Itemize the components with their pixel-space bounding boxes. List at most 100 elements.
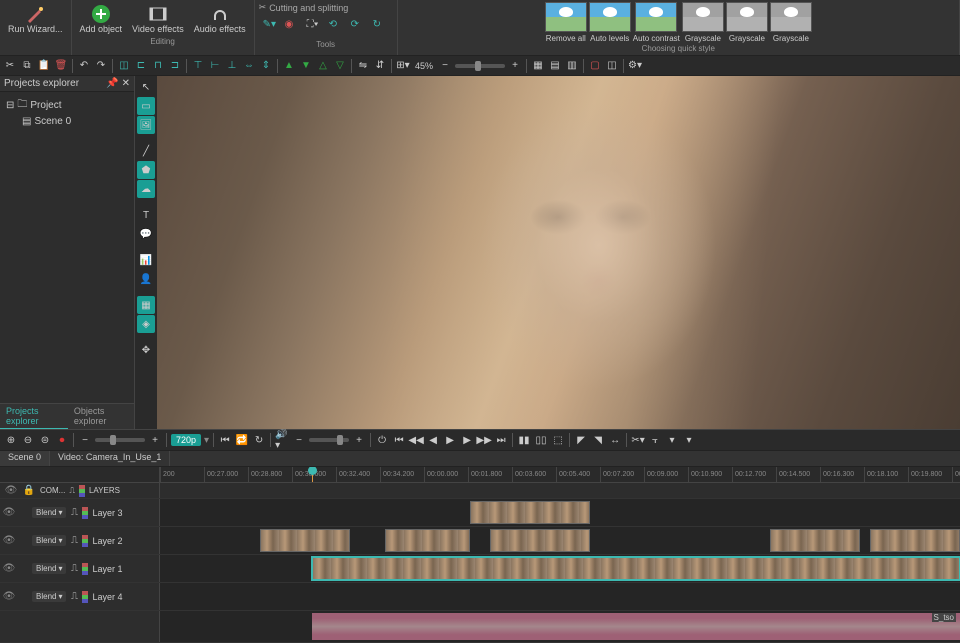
- track-eye-icon[interactable]: 👁: [2, 507, 16, 518]
- crop-tool-icon[interactable]: ⛶▾: [307, 19, 323, 35]
- frame-icon[interactable]: ▢: [588, 59, 602, 73]
- flip-v-icon[interactable]: ⇵: [373, 59, 387, 73]
- tree-scene[interactable]: ▤Scene 0: [4, 115, 130, 128]
- grid2-icon[interactable]: ▤: [548, 59, 562, 73]
- clip[interactable]: [260, 529, 350, 552]
- volume-icon[interactable]: 🔊▾: [275, 433, 289, 447]
- copy-icon[interactable]: ⧉: [20, 59, 34, 73]
- pen-tool-icon[interactable]: ✎▾: [263, 19, 279, 35]
- image-tool[interactable]: 🖼: [137, 116, 155, 134]
- skip-start-icon[interactable]: ⏮: [392, 433, 406, 447]
- rect-tool[interactable]: ▭: [137, 97, 155, 115]
- track-content[interactable]: [160, 555, 960, 582]
- style-thumb-4[interactable]: [726, 2, 768, 32]
- tl-zoomin-icon[interactable]: +: [148, 433, 162, 447]
- grid3-icon[interactable]: ▥: [565, 59, 579, 73]
- step-fwd-icon[interactable]: ▶: [460, 433, 474, 447]
- out-point-icon[interactable]: ◥: [591, 433, 605, 447]
- track-eye-icon[interactable]: 👁: [2, 591, 16, 602]
- shape-tool[interactable]: ⬟: [137, 161, 155, 179]
- clip[interactable]: [312, 557, 960, 580]
- tl-plus-icon[interactable]: ⊕: [4, 433, 18, 447]
- send-back-icon[interactable]: ▼: [299, 59, 313, 73]
- clip[interactable]: [770, 529, 860, 552]
- audio-track[interactable]: S_tso: [160, 611, 960, 642]
- align-center-icon[interactable]: ⊓: [151, 59, 165, 73]
- dist-v-icon[interactable]: ⇕: [259, 59, 273, 73]
- in-point-icon[interactable]: ◤: [574, 433, 588, 447]
- track-content[interactable]: [160, 499, 960, 526]
- play-icon[interactable]: ▶: [443, 433, 457, 447]
- zoom-in-icon[interactable]: +: [508, 59, 522, 73]
- track-eye-icon[interactable]: 👁: [2, 535, 16, 546]
- cut-icon[interactable]: ✂: [3, 59, 17, 73]
- tab-scene[interactable]: Scene 0: [0, 451, 50, 466]
- audio-effects-button[interactable]: Audio effects: [190, 2, 250, 36]
- zoom-out-icon[interactable]: −: [438, 59, 452, 73]
- snap-tool[interactable]: ◈: [137, 315, 155, 333]
- tl-zoomout-icon[interactable]: −: [78, 433, 92, 447]
- flip-h-icon[interactable]: ⇋: [356, 59, 370, 73]
- forward-icon[interactable]: △: [316, 59, 330, 73]
- delete-icon[interactable]: 🗑: [54, 59, 68, 73]
- safe-icon[interactable]: ◫: [605, 59, 619, 73]
- video-effects-button[interactable]: Video effects: [128, 2, 188, 36]
- text-tool[interactable]: T: [137, 206, 155, 224]
- paste-icon[interactable]: 📋: [37, 59, 51, 73]
- bring-front-icon[interactable]: ▲: [282, 59, 296, 73]
- tab-video[interactable]: Video: Camera_In_Use_1: [50, 451, 170, 466]
- pin-icon[interactable]: 📌: [106, 78, 118, 89]
- clip[interactable]: [870, 529, 960, 552]
- blend-mode-button[interactable]: Blend ▾: [32, 507, 66, 518]
- zoom-slider[interactable]: [455, 64, 505, 68]
- align-right-icon[interactable]: ⊐: [168, 59, 182, 73]
- clip[interactable]: [385, 529, 470, 552]
- rotate-270-icon[interactable]: ↻: [373, 19, 389, 35]
- rotate-180-icon[interactable]: ⟳: [351, 19, 367, 35]
- marker3-icon[interactable]: ⬚: [551, 433, 565, 447]
- grid1-icon[interactable]: ▦: [531, 59, 545, 73]
- eye-icon[interactable]: 👁: [4, 485, 18, 496]
- track-wave-icon[interactable]: ⎍: [67, 535, 81, 546]
- track-wave-icon[interactable]: ⎍: [67, 591, 81, 602]
- vol-up-icon[interactable]: +: [352, 433, 366, 447]
- redo-icon[interactable]: ↷: [94, 59, 108, 73]
- time-ruler[interactable]: 20000:27.00000:28.80000:30.60000:32.4000…: [160, 467, 960, 482]
- gear-icon[interactable]: ⚙▾: [628, 59, 642, 73]
- add-object-button[interactable]: Add object: [76, 2, 127, 36]
- blend-mode-button[interactable]: Blend ▾: [32, 591, 66, 602]
- tl-opt2-icon[interactable]: ▾: [682, 433, 696, 447]
- range-icon[interactable]: ↔: [608, 433, 622, 447]
- resolution-badge[interactable]: 720p: [171, 434, 201, 446]
- clip[interactable]: [490, 529, 590, 552]
- align-top-icon[interactable]: ⊤: [191, 59, 205, 73]
- backward-icon[interactable]: ▽: [333, 59, 347, 73]
- marker1-icon[interactable]: ▮▮: [517, 433, 531, 447]
- tl-opt1-icon[interactable]: ▾: [665, 433, 679, 447]
- tl-cut-icon[interactable]: ✂▾: [631, 433, 645, 447]
- track-wave-icon[interactable]: ⎍: [67, 507, 81, 518]
- track-eye-icon[interactable]: 👁: [2, 563, 16, 574]
- style-thumb-1[interactable]: [589, 2, 631, 32]
- dist-h-icon[interactable]: ⇔: [242, 59, 256, 73]
- prev-frame-icon[interactable]: ◀◀: [409, 433, 423, 447]
- playhead[interactable]: [312, 467, 313, 482]
- blob-tool[interactable]: ☁: [137, 180, 155, 198]
- tl-zoom-slider[interactable]: [95, 438, 145, 442]
- loop-icon[interactable]: 🔁: [235, 433, 249, 447]
- rotate-90-icon[interactable]: ⟲: [329, 19, 345, 35]
- track-content[interactable]: [160, 583, 960, 610]
- tool1-icon[interactable]: ◫: [117, 59, 131, 73]
- marker2-icon[interactable]: ▯▯: [534, 433, 548, 447]
- caption-tool[interactable]: 💬: [137, 225, 155, 243]
- tl-fit-icon[interactable]: ⊜: [38, 433, 52, 447]
- chart-tool[interactable]: 📊: [137, 251, 155, 269]
- power-icon[interactable]: ⏻: [375, 433, 389, 447]
- blend-mode-button[interactable]: Blend ▾: [32, 535, 66, 546]
- skip-end-icon[interactable]: ⏭: [494, 433, 508, 447]
- arrow-tool[interactable]: ↖: [137, 78, 155, 96]
- align-left-icon[interactable]: ⊏: [134, 59, 148, 73]
- move-tool[interactable]: ✥: [137, 341, 155, 359]
- undo-icon[interactable]: ↶: [77, 59, 91, 73]
- run-wizard-button[interactable]: Run Wizard...: [4, 2, 67, 36]
